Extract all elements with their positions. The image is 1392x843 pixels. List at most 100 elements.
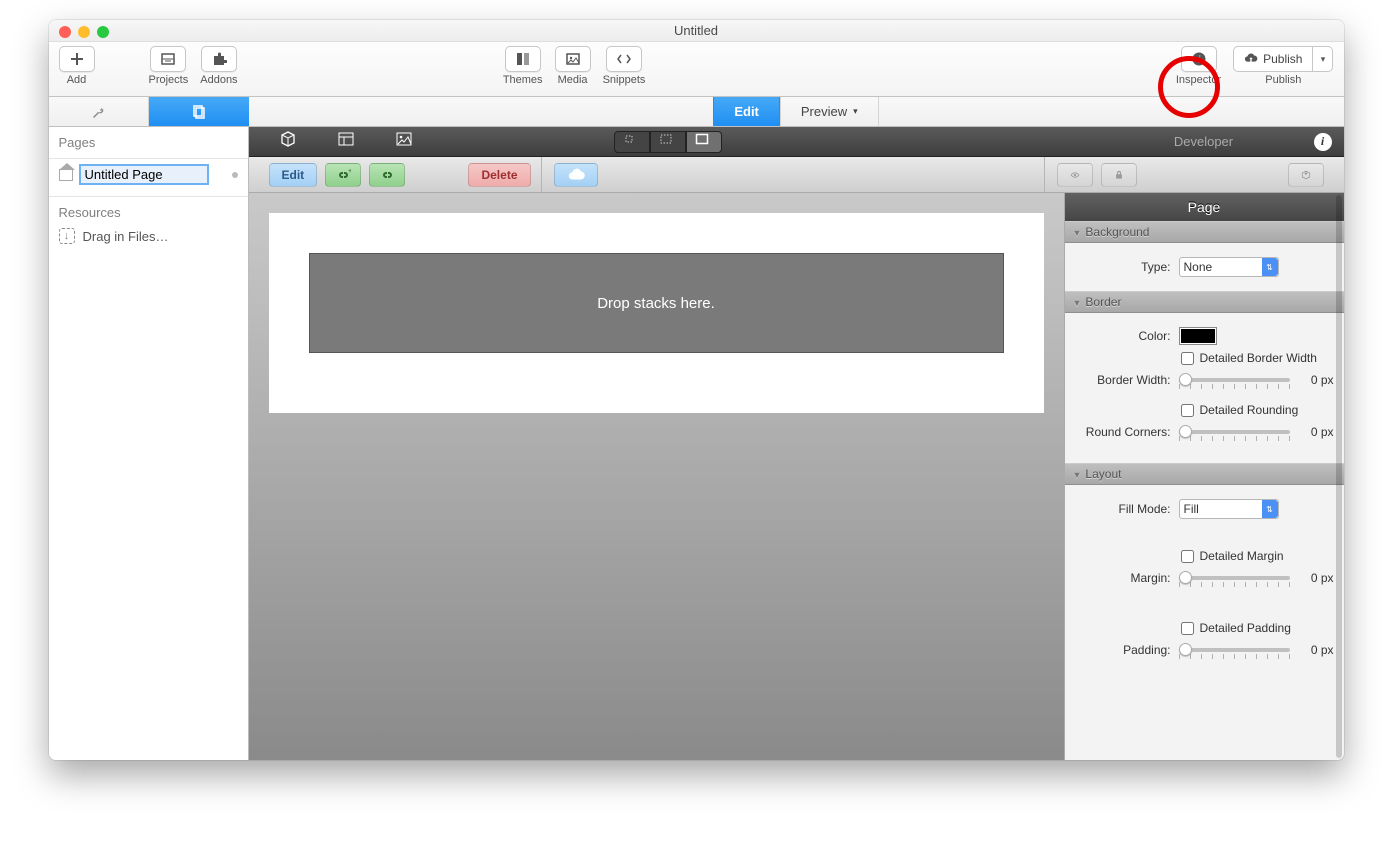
link-add-button[interactable]: + xyxy=(325,163,361,187)
border-width-slider[interactable] xyxy=(1179,371,1290,389)
close-window-button[interactable] xyxy=(59,26,71,38)
publish-dropdown[interactable]: ▾ xyxy=(1313,46,1333,72)
margin-value: 0 px xyxy=(1298,571,1334,585)
link-button[interactable] xyxy=(369,163,405,187)
edit-mode-tab[interactable]: Edit xyxy=(713,97,780,126)
large-rect-icon xyxy=(695,133,713,151)
lock-button[interactable] xyxy=(1101,163,1137,187)
section-layout-header[interactable]: ▼Layout xyxy=(1065,463,1344,485)
stacks-toolbar: Developer i xyxy=(249,127,1344,157)
inspector-panel: Page ▼Background Type: None ⇅ ▼Border xyxy=(1064,193,1344,760)
inspector-scrollbar[interactable] xyxy=(1336,195,1342,758)
section-background-header[interactable]: ▼Background xyxy=(1065,221,1344,243)
padding-slider[interactable] xyxy=(1179,641,1290,659)
viewport-segmented-control xyxy=(614,131,722,153)
detailed-rounding-label: Detailed Rounding xyxy=(1200,403,1299,417)
image-icon xyxy=(565,51,581,67)
detailed-border-width-label: Detailed Border Width xyxy=(1200,351,1317,365)
traffic-lights xyxy=(59,26,109,38)
picture-icon xyxy=(395,130,413,148)
viewport-small[interactable] xyxy=(614,131,650,153)
layout-icon xyxy=(337,130,355,148)
link-plus-icon: + xyxy=(335,168,351,182)
unsaved-indicator xyxy=(232,172,238,178)
plus-icon xyxy=(69,51,85,67)
drag-files-hint[interactable]: ↓ Drag in Files… xyxy=(49,222,248,250)
inspector-header-bar: Developer i xyxy=(1064,134,1344,149)
viewport-large[interactable] xyxy=(686,131,722,153)
eye-icon xyxy=(1070,168,1080,182)
chevron-updown-icon: ⇅ xyxy=(1262,500,1278,518)
detailed-border-width-checkbox[interactable] xyxy=(1181,352,1194,365)
visibility-button[interactable] xyxy=(1057,163,1093,187)
drawer-icon xyxy=(160,51,176,67)
svg-text:+: + xyxy=(348,168,351,175)
stacks-drop-zone[interactable]: Drop stacks here. xyxy=(309,253,1004,353)
add-button[interactable]: Add xyxy=(59,46,95,86)
detailed-padding-label: Detailed Padding xyxy=(1200,621,1291,635)
mode-bar: Edit Preview▾ xyxy=(49,97,1344,127)
round-corners-slider[interactable] xyxy=(1179,423,1290,441)
detailed-margin-checkbox[interactable] xyxy=(1181,550,1194,563)
chevron-updown-icon: ⇅ xyxy=(1262,258,1278,276)
puzzle-icon xyxy=(211,51,227,67)
projects-button[interactable]: Projects xyxy=(149,46,189,86)
chevron-down-icon: ▾ xyxy=(853,106,858,117)
fill-mode-label: Fill Mode: xyxy=(1075,502,1171,516)
viewport-medium[interactable] xyxy=(650,131,686,153)
padding-label: Padding: xyxy=(1075,643,1171,657)
library-cube-button[interactable] xyxy=(279,130,297,153)
publish-button[interactable]: Publish xyxy=(1233,46,1313,72)
detailed-margin-label: Detailed Margin xyxy=(1200,549,1284,563)
titlebar: Untitled xyxy=(49,20,1344,42)
page-canvas[interactable]: Drop stacks here. xyxy=(269,213,1044,413)
background-type-select[interactable]: None ⇅ xyxy=(1179,257,1279,277)
library-image-button[interactable] xyxy=(395,130,413,153)
window-title: Untitled xyxy=(674,23,718,38)
snippets-button[interactable]: Snippets xyxy=(603,46,646,86)
margin-slider[interactable] xyxy=(1179,569,1290,587)
inspector-title: Page xyxy=(1065,193,1344,221)
themes-button[interactable]: Themes xyxy=(503,46,543,86)
border-width-value: 0 px xyxy=(1298,373,1334,387)
border-color-swatch[interactable] xyxy=(1179,327,1217,345)
cloud-button[interactable] xyxy=(554,163,598,187)
padding-value: 0 px xyxy=(1298,643,1334,657)
export-button[interactable] xyxy=(1288,163,1324,187)
cloud-up-icon xyxy=(1244,52,1258,66)
section-border-header[interactable]: ▼Border xyxy=(1065,291,1344,313)
stack-delete-button[interactable]: Delete xyxy=(468,163,530,187)
zoom-window-button[interactable] xyxy=(97,26,109,38)
fill-mode-select[interactable]: Fill ⇅ xyxy=(1179,499,1279,519)
detailed-rounding-checkbox[interactable] xyxy=(1181,404,1194,417)
small-rect-icon xyxy=(623,133,641,151)
inspector-button[interactable]: i Inspector xyxy=(1176,46,1221,86)
info-icon[interactable]: i xyxy=(1314,133,1332,151)
canvas-background: Drop stacks here. xyxy=(249,193,1064,760)
page-name-input[interactable] xyxy=(79,164,209,185)
cloud-icon xyxy=(567,168,585,182)
media-button[interactable]: Media xyxy=(555,46,591,86)
canvas-area: Developer i Edit + Delete xyxy=(249,127,1344,760)
code-icon xyxy=(616,51,632,67)
stack-edit-button[interactable]: Edit xyxy=(269,163,318,187)
sidebar-tab-tools[interactable] xyxy=(49,97,150,126)
library-layout-button[interactable] xyxy=(337,130,355,153)
app-window: Untitled Add Projects Addons Themes xyxy=(49,20,1344,760)
border-color-label: Color: xyxy=(1075,329,1171,343)
round-corners-label: Round Corners: xyxy=(1075,425,1171,439)
addons-button[interactable]: Addons xyxy=(200,46,237,86)
border-width-label: Border Width: xyxy=(1075,373,1171,387)
canvas-action-bar: Edit + Delete xyxy=(249,157,1344,193)
page-list-item[interactable] xyxy=(49,159,248,190)
preview-mode-tab[interactable]: Preview▾ xyxy=(780,97,879,126)
pages-icon xyxy=(191,104,207,120)
detailed-padding-checkbox[interactable] xyxy=(1181,622,1194,635)
main-toolbar: Add Projects Addons Themes Media xyxy=(49,42,1344,97)
sidebar-tab-pages[interactable] xyxy=(149,97,249,126)
minimize-window-button[interactable] xyxy=(78,26,90,38)
lock-icon xyxy=(1114,168,1124,182)
box-down-icon xyxy=(1301,167,1311,183)
margin-label: Margin: xyxy=(1075,571,1171,585)
drop-target-icon: ↓ xyxy=(59,228,75,244)
